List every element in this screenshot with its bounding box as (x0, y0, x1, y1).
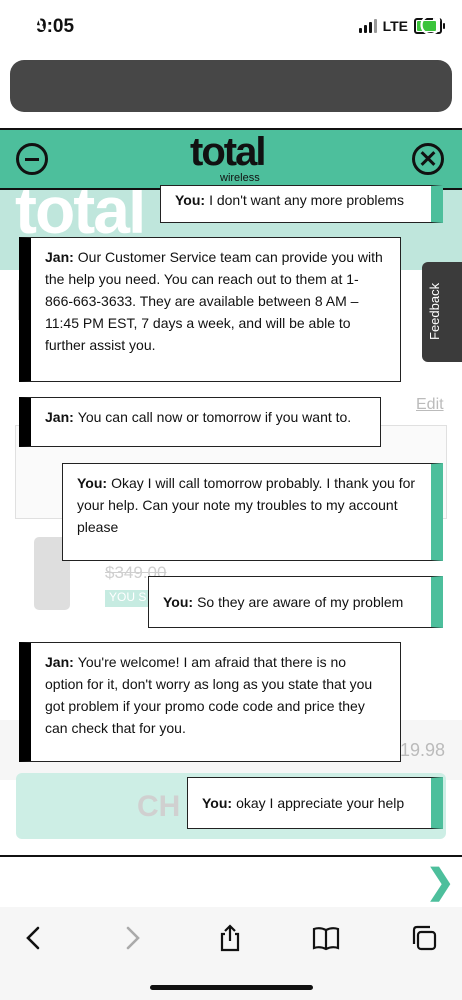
chat-logo: total (190, 130, 266, 174)
chat-message-agent: Jan: You're welcome! I am afraid that the… (19, 642, 401, 762)
chat-message-user: You: I don't want any more problems (160, 185, 443, 223)
address-bar[interactable] (10, 60, 452, 112)
chevron-right-icon[interactable]: ❯ (426, 862, 455, 902)
edit-link[interactable]: Edit (416, 396, 444, 414)
share-icon[interactable] (216, 924, 244, 952)
chat-message-user: You: So they are aware of my problem (148, 576, 443, 628)
tabs-icon[interactable] (410, 924, 438, 952)
chat-message-user: You: okay I appreciate your help (187, 777, 443, 829)
chat-logo-sub: wireless (220, 172, 260, 184)
home-indicator (150, 985, 313, 990)
chat-message-agent: Jan: Our Customer Service team can provid… (19, 237, 401, 382)
forward-icon[interactable] (118, 924, 146, 952)
bookmarks-icon[interactable] (312, 924, 340, 952)
url-text[interactable]: shop.totalwireless.com (0, 12, 462, 39)
back-icon[interactable] (20, 924, 48, 952)
close-icon[interactable] (412, 143, 444, 175)
feedback-label: Feedback (427, 282, 442, 340)
chat-message-user: You: Okay I will call tomorrow probably. … (62, 463, 443, 561)
chat-input-area[interactable] (0, 855, 462, 907)
minimize-icon[interactable] (16, 143, 48, 175)
checkout-label: CH (137, 790, 181, 823)
total-price: 19.98 (400, 740, 446, 760)
reload-icon[interactable] (418, 12, 444, 38)
chat-message-agent: Jan: You can call now or tomorrow if you … (19, 397, 381, 447)
